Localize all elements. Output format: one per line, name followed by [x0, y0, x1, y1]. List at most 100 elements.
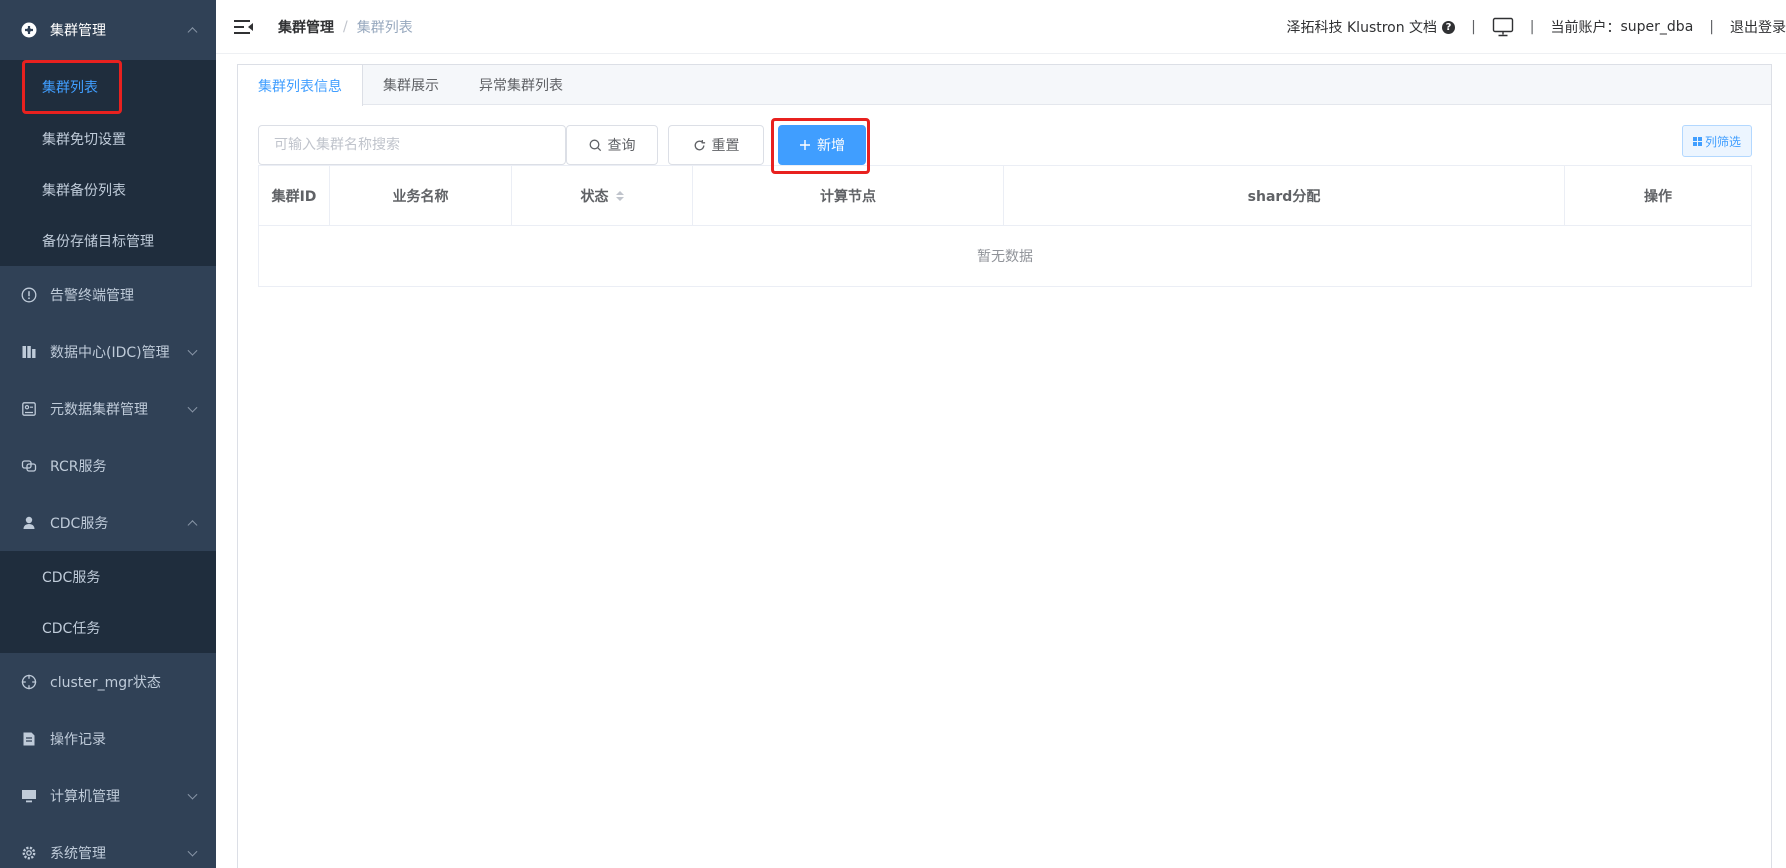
docs-link[interactable]: 泽拓科技 Klustron 文档 ?: [1287, 17, 1456, 37]
sidebar-item-cdc-task[interactable]: CDC任务: [0, 602, 216, 653]
grid-icon: [1692, 136, 1702, 146]
header-divider: |: [1471, 19, 1476, 35]
sidebar: 集群管理 集群列表 集群免切设置 集群备份列表 备份存储目标管理 告警终端管理: [0, 0, 216, 868]
cluster-table: 集群ID 业务名称 状态 计算节点 shard分配 操作 暂无数据: [258, 165, 1752, 287]
help-icon: ?: [1442, 20, 1456, 34]
crosshair-icon: [20, 673, 38, 691]
menu-operation-log[interactable]: 操作记录: [0, 710, 216, 767]
tab-cluster-list-info[interactable]: 集群列表信息: [238, 65, 363, 106]
user-icon: [20, 514, 38, 532]
breadcrumb-item-cluster-list: 集群列表: [356, 19, 413, 36]
breadcrumb-item-cluster-management[interactable]: 集群管理: [278, 17, 334, 37]
cluster-icon: [20, 21, 38, 39]
sidebar-item-backup-storage[interactable]: 备份存储目标管理: [0, 215, 216, 266]
tab-cluster-display[interactable]: 集群展示: [363, 65, 459, 105]
chevron-down-icon[interactable]: [187, 846, 198, 857]
sidebar-item-cluster-failover-settings[interactable]: 集群免切设置: [0, 113, 216, 164]
app-root: 集群管理 集群列表 集群免切设置 集群备份列表 备份存储目标管理 告警终端管理: [0, 0, 1786, 868]
account-label: 当前账户：: [1550, 20, 1621, 36]
cluster-submenu: 集群列表 集群免切设置 集群备份列表 备份存储目标管理: [0, 60, 216, 266]
menu-label: CDC服务: [50, 515, 109, 532]
add-cluster-button[interactable]: 新增: [778, 125, 866, 165]
table-header: 集群ID 业务名称 状态 计算节点 shard分配 操作: [259, 166, 1751, 226]
rcr-icon: [20, 457, 38, 475]
header-divider: |: [1529, 19, 1535, 35]
menu-label: 集群管理: [50, 23, 106, 39]
column-header-status-label: 状态: [580, 189, 609, 205]
menu-alert-terminal[interactable]: 告警终端管理: [0, 266, 216, 323]
monitor-icon: [20, 787, 38, 805]
add-button-label: 新增: [817, 138, 845, 154]
sidebar-item-label: CDC服务: [42, 569, 101, 586]
column-header-cluster-id: 集群ID: [259, 166, 330, 226]
menu-cdc-service[interactable]: CDC服务: [0, 494, 216, 551]
menu-cluster-mgr-status[interactable]: cluster_mgr状态: [0, 653, 216, 710]
column-filter-button[interactable]: 列筛选: [1681, 125, 1752, 157]
menu-label: 操作记录: [50, 731, 106, 748]
sidebar-item-label: 集群免切设置: [42, 131, 126, 148]
column-filter-label: 列筛选: [1704, 134, 1741, 149]
menu-label: 告警终端管理: [50, 287, 134, 304]
header-divider: |: [1709, 19, 1714, 35]
header-right: 泽拓科技 Klustron 文档 ? | | 当前账户： super_dba |…: [1287, 0, 1786, 54]
chevron-down-icon[interactable]: [187, 345, 198, 356]
sidebar-item-label: 集群列表: [42, 79, 98, 96]
logout-link[interactable]: 退出登录: [1730, 17, 1786, 37]
tab-abnormal-cluster-list[interactable]: 异常集群列表: [459, 65, 583, 105]
sidebar-item-label: CDC任务: [42, 620, 101, 637]
column-header-shard-allocation: shard分配: [1004, 166, 1565, 226]
chevron-up-icon[interactable]: [187, 27, 198, 38]
menu-label: RCR服务: [50, 458, 107, 475]
column-header-business-name: 业务名称: [330, 166, 512, 226]
menu-label: cluster_mgr状态: [50, 674, 161, 691]
alert-icon: [20, 286, 38, 304]
column-header-compute-nodes: 计算节点: [693, 166, 1004, 226]
sidebar-item-label: 集群备份列表: [42, 182, 126, 199]
empty-state-text: 暂无数据: [977, 249, 1033, 265]
document-icon: [20, 730, 38, 748]
column-header-actions: 操作: [1644, 189, 1672, 205]
chevron-up-icon[interactable]: [187, 519, 198, 530]
search-icon: [589, 139, 602, 152]
reset-button-label: 重置: [711, 138, 740, 154]
account-name: super_dba: [1620, 19, 1694, 35]
settings-icon: [20, 844, 38, 862]
top-header: 集群管理 / 集群列表 泽拓科技 Klustron 文档 ? | | 当前账户：…: [216, 0, 1786, 54]
query-button-label: 查询: [607, 138, 636, 154]
tab-bar: 集群列表信息 集群展示 异常集群列表: [238, 65, 1771, 106]
cdc-submenu: CDC服务 CDC任务: [0, 551, 216, 653]
menu-rcr-service[interactable]: RCR服务: [0, 437, 216, 494]
menu-label: 数据中心(IDC)管理: [50, 344, 170, 361]
menu-computer-management[interactable]: 计算机管理: [0, 767, 216, 824]
toolbar: 查询 重置 新增: [258, 125, 866, 165]
docs-link-label: 泽拓科技 Klustron 文档: [1286, 20, 1438, 36]
datacenter-icon: [20, 343, 38, 361]
menu-datacenter[interactable]: 数据中心(IDC)管理: [0, 323, 216, 380]
menu-cluster-management[interactable]: 集群管理: [0, 0, 216, 60]
plus-icon: [799, 139, 811, 151]
sidebar-item-cluster-backup-list[interactable]: 集群备份列表: [0, 164, 216, 215]
column-header-status[interactable]: 状态: [512, 166, 693, 226]
sidebar-item-cdc-service[interactable]: CDC服务: [0, 551, 216, 602]
breadcrumb-separator: /: [343, 18, 348, 35]
cluster-search-input[interactable]: [258, 125, 566, 165]
menu-system-management[interactable]: 系统管理: [0, 824, 216, 868]
tab-card: 集群列表信息 集群展示 异常集群列表 查询 重置: [237, 64, 1772, 868]
reset-button[interactable]: 重置: [668, 125, 764, 165]
menu-toggle-icon[interactable]: [234, 19, 254, 35]
refresh-icon: [693, 139, 706, 152]
sidebar-item-cluster-list[interactable]: 集群列表: [0, 60, 216, 113]
query-button[interactable]: 查询: [566, 125, 658, 165]
breadcrumb: 集群管理 / 集群列表: [278, 17, 413, 37]
screen-icon[interactable]: [1492, 17, 1514, 37]
menu-metadata-cluster[interactable]: 元数据集群管理: [0, 380, 216, 437]
metadata-icon: [20, 400, 38, 418]
menu-label: 系统管理: [50, 845, 106, 862]
main-content: 集群列表信息 集群展示 异常集群列表 查询 重置: [216, 54, 1786, 868]
chevron-down-icon[interactable]: [187, 789, 198, 800]
sort-icon[interactable]: [615, 191, 624, 201]
menu-label: 计算机管理: [50, 788, 120, 805]
sidebar-item-label: 备份存储目标管理: [42, 233, 154, 250]
menu-label: 元数据集群管理: [50, 401, 148, 418]
chevron-down-icon[interactable]: [187, 402, 198, 413]
